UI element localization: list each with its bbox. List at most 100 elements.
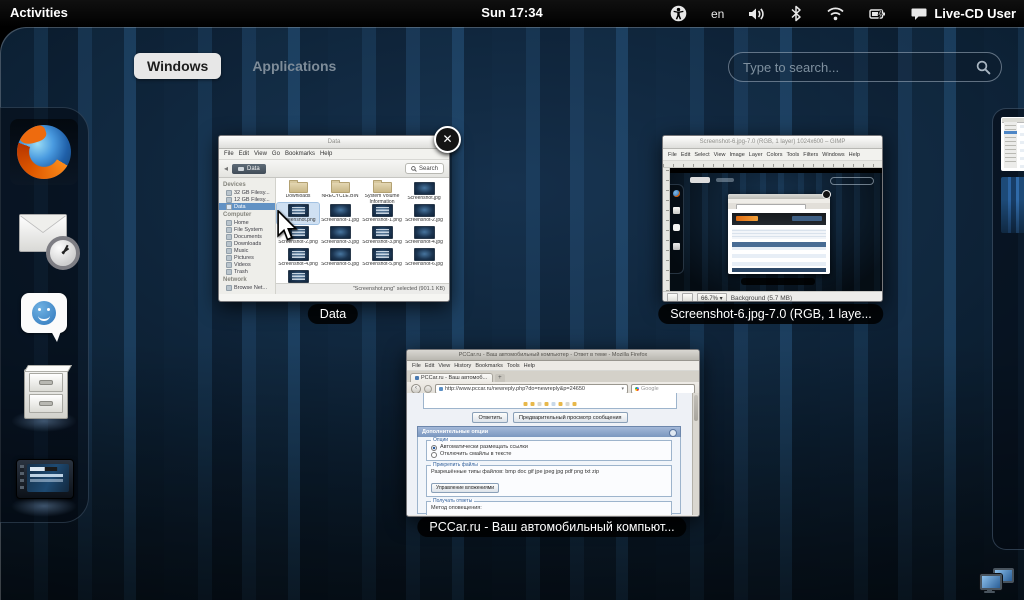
menu-item: Image (729, 152, 744, 158)
close-window-button[interactable]: ✕ (434, 126, 461, 153)
menu-item: Edit (681, 152, 690, 158)
window-thumbnail-gimp[interactable]: Screenshot-6.jpg-7.0 (RGB, 1 layer) 1024… (662, 135, 883, 302)
wifi-icon[interactable] (826, 6, 845, 21)
status-chip (682, 293, 693, 302)
gimp-menubar: FileEditSelectViewImageLayerColorsToolsF… (663, 149, 882, 161)
sidebar-network-list: Browse Net... (219, 284, 275, 291)
mini-close-button (822, 190, 831, 199)
zoom-level: 66.7% (701, 296, 718, 302)
menu-item: View (714, 152, 726, 158)
zoom-select: 66.7% ▾ (697, 293, 727, 302)
place-icon (226, 204, 232, 210)
dash (0, 107, 89, 523)
search-icon (976, 60, 991, 75)
workspace-thumbnail-1[interactable] (1001, 117, 1024, 171)
file-name: Screenshot-3.jpg (319, 240, 361, 246)
menu-item: Filters (803, 152, 818, 158)
window-title: PCCar.ru - Ваш автомобильный компьютер -… (407, 350, 699, 361)
sidebar-item-label: Documents (234, 234, 262, 240)
mini-search (830, 177, 874, 185)
fieldset-notifications: Получать ответы Метод оповещения: Мгнове… (426, 501, 672, 515)
manage-attachments-button: Управление вложениями (431, 483, 499, 493)
browser-tab: PCCar.ru - Ваш автомоб... (410, 373, 493, 382)
place-icon (226, 255, 232, 261)
window-thumbnail-data[interactable]: Data FileEditViewGoBookmarksHelp ◂ Data … (218, 135, 450, 302)
file-icon (414, 226, 435, 239)
window-thumbnail-firefox[interactable]: PCCar.ru - Ваш автомобильный компьютер -… (406, 349, 700, 517)
tab-windows[interactable]: Windows (134, 53, 221, 79)
keyboard-layout-indicator[interactable]: en (711, 7, 724, 21)
gimp-status-bar: 66.7% ▾ Background (5.7 MB) (663, 291, 882, 302)
workspace-thumbnail-2[interactable] (1001, 177, 1024, 233)
place-icon (226, 241, 232, 247)
file-icon (330, 248, 351, 261)
dash-item-files[interactable] (16, 364, 72, 422)
file-item: Screenshot-3.png (361, 225, 403, 246)
sidebar-item: Downloads (219, 240, 275, 247)
dash-item-evolution[interactable] (16, 206, 72, 264)
menu-item: Help (849, 152, 860, 158)
dash-item-media-device[interactable] (16, 449, 72, 507)
volume-icon[interactable] (748, 6, 766, 22)
file-item: Screenshot-5.png (361, 247, 403, 268)
accessibility-icon[interactable] (670, 5, 687, 22)
computers-tray-icon[interactable] (980, 568, 1014, 594)
file-item: Screenshot-6.jpg (403, 247, 445, 268)
sidebar-item-label: 12 GB Filesy... (234, 197, 270, 203)
sidebar-item-label: Videos (234, 262, 251, 268)
sidebar-item-label: Music (234, 248, 248, 254)
tab-title: PCCar.ru - Ваш автомоб... (421, 375, 487, 381)
tab-applications[interactable]: Applications (239, 53, 349, 79)
file-name: Screenshot-6.jpg (403, 262, 445, 268)
menu-item: Help (320, 151, 332, 157)
file-icon (330, 226, 351, 239)
file-icon (330, 204, 351, 217)
sidebar-item-label: Data (234, 204, 246, 210)
dash-item-firefox[interactable] (16, 123, 72, 181)
file-icon (414, 182, 435, 195)
firefox-menubar: FileEditViewHistoryBookmarksToolsHelp (407, 361, 699, 371)
file-icon (372, 226, 393, 239)
window-title: Data (219, 136, 449, 149)
file-icon (414, 204, 435, 217)
favicon (415, 376, 419, 380)
file-icon (372, 248, 393, 261)
file-icon (414, 248, 435, 261)
google-icon (635, 387, 639, 391)
file-icon (289, 182, 308, 193)
menu-item: Layer (749, 152, 763, 158)
back-button: ‹ (411, 384, 421, 394)
file-name: Screenshot-4.png (277, 262, 319, 268)
menu-item: Bookmarks (285, 151, 315, 157)
tab-strip: PCCar.ru - Ваш автомоб... + (407, 371, 699, 382)
mouse-cursor (276, 210, 298, 242)
battery-icon[interactable] (869, 7, 887, 21)
sidebar-item: 32 GB Filesy... (219, 189, 275, 196)
sidebar-header: Network (219, 275, 275, 284)
menu-item: Select (694, 152, 709, 158)
sidebar-header: Devices (219, 180, 275, 189)
file-item: Screenshot-4.jpg (403, 225, 445, 246)
file-item: Screenshot-5.jpg (319, 247, 361, 268)
file-cabinet-icon (24, 369, 68, 419)
search-input[interactable] (729, 60, 976, 75)
bluetooth-icon[interactable] (790, 5, 802, 22)
file-item: Screenshot-1.jpg (319, 203, 361, 224)
sidebar-item: Data (219, 203, 275, 210)
place-icon (226, 220, 232, 226)
user-name-label: Live-CD User (934, 6, 1016, 21)
sidebar-item: File System (219, 226, 275, 233)
file-name: Screenshot-3.png (361, 240, 403, 246)
breadcrumb-label: Data (247, 166, 260, 172)
smiley-icon (32, 301, 56, 325)
file-name: Screenshot.jpg (403, 196, 445, 202)
sidebar-item-label: Pictures (234, 255, 254, 261)
user-menu[interactable]: Live-CD User (911, 6, 1016, 21)
menu-item: Windows (822, 152, 844, 158)
file-item: Screenshot-4.png (277, 247, 319, 268)
gimp-canvas (670, 168, 882, 291)
dash-item-empathy[interactable] (16, 288, 72, 346)
file-item: Screenshot.jpg (403, 181, 445, 202)
fieldset-options: Опции Автоматически размещать ссылки Отк… (426, 440, 672, 461)
file-name: Screenshot-1.jpg (319, 218, 361, 224)
